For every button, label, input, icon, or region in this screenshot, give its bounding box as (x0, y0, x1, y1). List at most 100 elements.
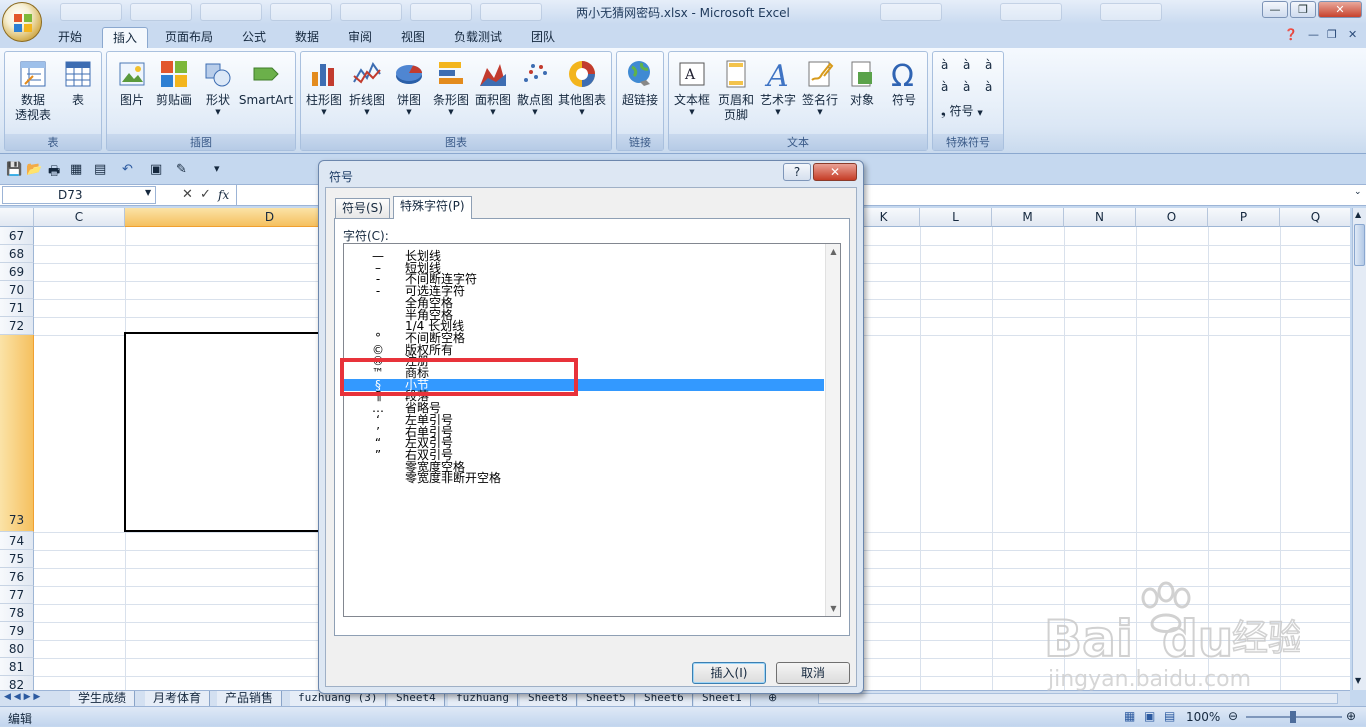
row-header[interactable]: 77 (0, 586, 34, 604)
dialog-help-button[interactable]: ? (783, 163, 811, 181)
bar-chart-button[interactable]: 条形图 ▼ (428, 56, 474, 132)
object-button[interactable]: 对象 (839, 56, 885, 132)
open-icon[interactable]: 📂 (26, 162, 42, 177)
scroll-down-icon[interactable]: ▼ (826, 604, 840, 613)
scroll-thumb[interactable] (1354, 224, 1365, 266)
row-header[interactable]: 80 (0, 640, 34, 658)
special-char-2[interactable]: à (963, 58, 970, 72)
row-header[interactable]: 71 (0, 299, 34, 317)
row-header[interactable]: 79 (0, 622, 34, 640)
line-chart-button[interactable]: 折线图 ▼ (344, 56, 390, 132)
character-list[interactable]: — 长划线 – 短划线 - 不间断连字符 - 可选连字符 全角空格 半角空格 1/4 长划线 ° 不间断… (343, 243, 841, 617)
shapes-button[interactable]: 形状 ▼ (195, 56, 241, 132)
area-chart-button[interactable]: 面积图 ▼ (470, 56, 516, 132)
sheet-tab[interactable]: 月考体育 (145, 691, 211, 706)
hyperlink-button[interactable]: 超链接 (617, 56, 663, 132)
table-button[interactable]: 表 (55, 56, 101, 132)
picture-button[interactable]: 图片 (109, 56, 155, 132)
format-icon[interactable]: ▦ (70, 162, 82, 177)
close-button[interactable]: ✕ (1318, 1, 1362, 18)
help-icon[interactable]: ❓ (1284, 28, 1298, 41)
signature-line-button[interactable]: 签名行 ▼ (797, 56, 843, 132)
clipart-button[interactable]: 剪贴画 (151, 56, 197, 132)
edit-icon[interactable]: ✎ (176, 162, 187, 177)
special-char-6[interactable]: à (985, 80, 992, 94)
header-footer-button[interactable]: 页眉和 页脚 (713, 56, 759, 132)
row-header[interactable]: 70 (0, 281, 34, 299)
confirm-entry-icon[interactable]: ✓ (200, 187, 211, 202)
name-box-dropdown-icon[interactable]: ▼ (145, 188, 151, 197)
tab-data[interactable]: 数据 (285, 27, 329, 48)
row-header[interactable]: 78 (0, 604, 34, 622)
cancel-button[interactable]: 取消 (776, 662, 850, 684)
sheet-tab[interactable]: 学生成绩 (70, 691, 136, 706)
special-char-1[interactable]: à (941, 58, 948, 72)
row-header[interactable]: 69 (0, 263, 34, 281)
dialog-close-button[interactable]: ✕ (813, 163, 857, 181)
special-char-5[interactable]: à (963, 80, 970, 94)
tab-load-test[interactable]: 负载测试 (444, 27, 512, 48)
cancel-entry-icon[interactable]: ✕ (182, 187, 193, 202)
minimize-button[interactable]: — (1262, 1, 1288, 18)
row-header[interactable]: 67 (0, 227, 34, 245)
column-header[interactable]: Q (1280, 208, 1350, 227)
ribbon-close-icon[interactable]: ✕ (1348, 28, 1357, 41)
symbol-button[interactable]: Ω 符号 (881, 56, 927, 132)
vertical-scrollbar[interactable]: ▲ ▼ (1352, 208, 1366, 690)
zoom-in-icon[interactable]: ⊕ (1346, 709, 1356, 723)
special-char-3[interactable]: à (985, 58, 992, 72)
save-icon[interactable]: 💾 (6, 162, 22, 177)
scroll-down-icon[interactable]: ▼ (1355, 676, 1361, 685)
maximize-button[interactable]: ❐ (1290, 1, 1316, 18)
pivot-table-button[interactable]: 数据 透视表 (7, 56, 59, 132)
normal-view-icon[interactable]: ▦ (1124, 709, 1135, 723)
scroll-up-icon[interactable]: ▲ (826, 244, 840, 256)
page-layout-view-icon[interactable]: ▣ (1144, 709, 1155, 723)
undo-icon[interactable]: ↶ (122, 162, 133, 177)
sheet-tab[interactable]: 产品销售 (217, 691, 283, 706)
expand-formula-icon[interactable]: ⌄ (1354, 187, 1362, 197)
scatter-chart-button[interactable]: 散点图 ▼ (512, 56, 558, 132)
column-chart-button[interactable]: 柱形图 ▼ (301, 56, 347, 132)
smartart-button[interactable]: SmartArt (237, 56, 295, 132)
customize-toolbar-icon[interactable]: ▾ (214, 162, 220, 175)
tab-view[interactable]: 视图 (391, 27, 435, 48)
print-icon[interactable]: 🖶 (48, 162, 60, 184)
tab-review[interactable]: 审阅 (338, 27, 382, 48)
insert-function-icon[interactable]: fx (218, 188, 229, 202)
scroll-up-icon[interactable]: ▲ (1355, 210, 1361, 219)
row-header-active[interactable]: 73 (0, 335, 34, 532)
row-header[interactable]: 72 (0, 317, 34, 335)
chart-icon[interactable]: ▣ (150, 162, 162, 177)
special-symbol-dropdown[interactable]: ❟ 符号 ▼ (941, 102, 983, 119)
row-header[interactable]: 76 (0, 568, 34, 586)
zoom-slider-thumb[interactable] (1290, 711, 1296, 723)
pie-chart-button[interactable]: 饼图 ▼ (386, 56, 432, 132)
row-header[interactable]: 74 (0, 532, 34, 550)
zoom-out-icon[interactable]: ⊖ (1228, 709, 1238, 723)
tab-home[interactable]: 开始 (48, 27, 92, 48)
tab-insert[interactable]: 插入 (102, 27, 149, 48)
column-header[interactable]: P (1208, 208, 1280, 227)
special-char-4[interactable]: à (941, 80, 948, 94)
tab-team[interactable]: 团队 (521, 27, 565, 48)
page-break-view-icon[interactable]: ▤ (1164, 709, 1175, 723)
column-header[interactable]: C (34, 208, 125, 227)
column-header[interactable]: N (1064, 208, 1136, 227)
column-header[interactable]: M (992, 208, 1064, 227)
tab-symbols[interactable]: 符号(S) (335, 198, 390, 219)
tab-page-layout[interactable]: 页面布局 (155, 27, 223, 48)
textbox-button[interactable]: A 文本框 ▼ (669, 56, 715, 132)
row-header[interactable]: 68 (0, 245, 34, 263)
list-item[interactable]: 零宽度非断开空格 (344, 472, 824, 484)
list-scrollbar[interactable]: ▲ ▼ (825, 244, 840, 616)
row-header[interactable]: 81 (0, 658, 34, 676)
column-header[interactable]: L (920, 208, 992, 227)
select-all-corner[interactable] (0, 208, 34, 227)
other-charts-button[interactable]: 其他图表 ▼ (556, 56, 608, 132)
row-header[interactable]: 82 (0, 676, 34, 690)
office-button[interactable] (2, 2, 42, 42)
tab-special-characters[interactable]: 特殊字符(P) (393, 196, 472, 219)
ribbon-minimize-icon[interactable]: — (1308, 28, 1319, 41)
ribbon-restore-icon[interactable]: ❐ (1327, 28, 1337, 41)
